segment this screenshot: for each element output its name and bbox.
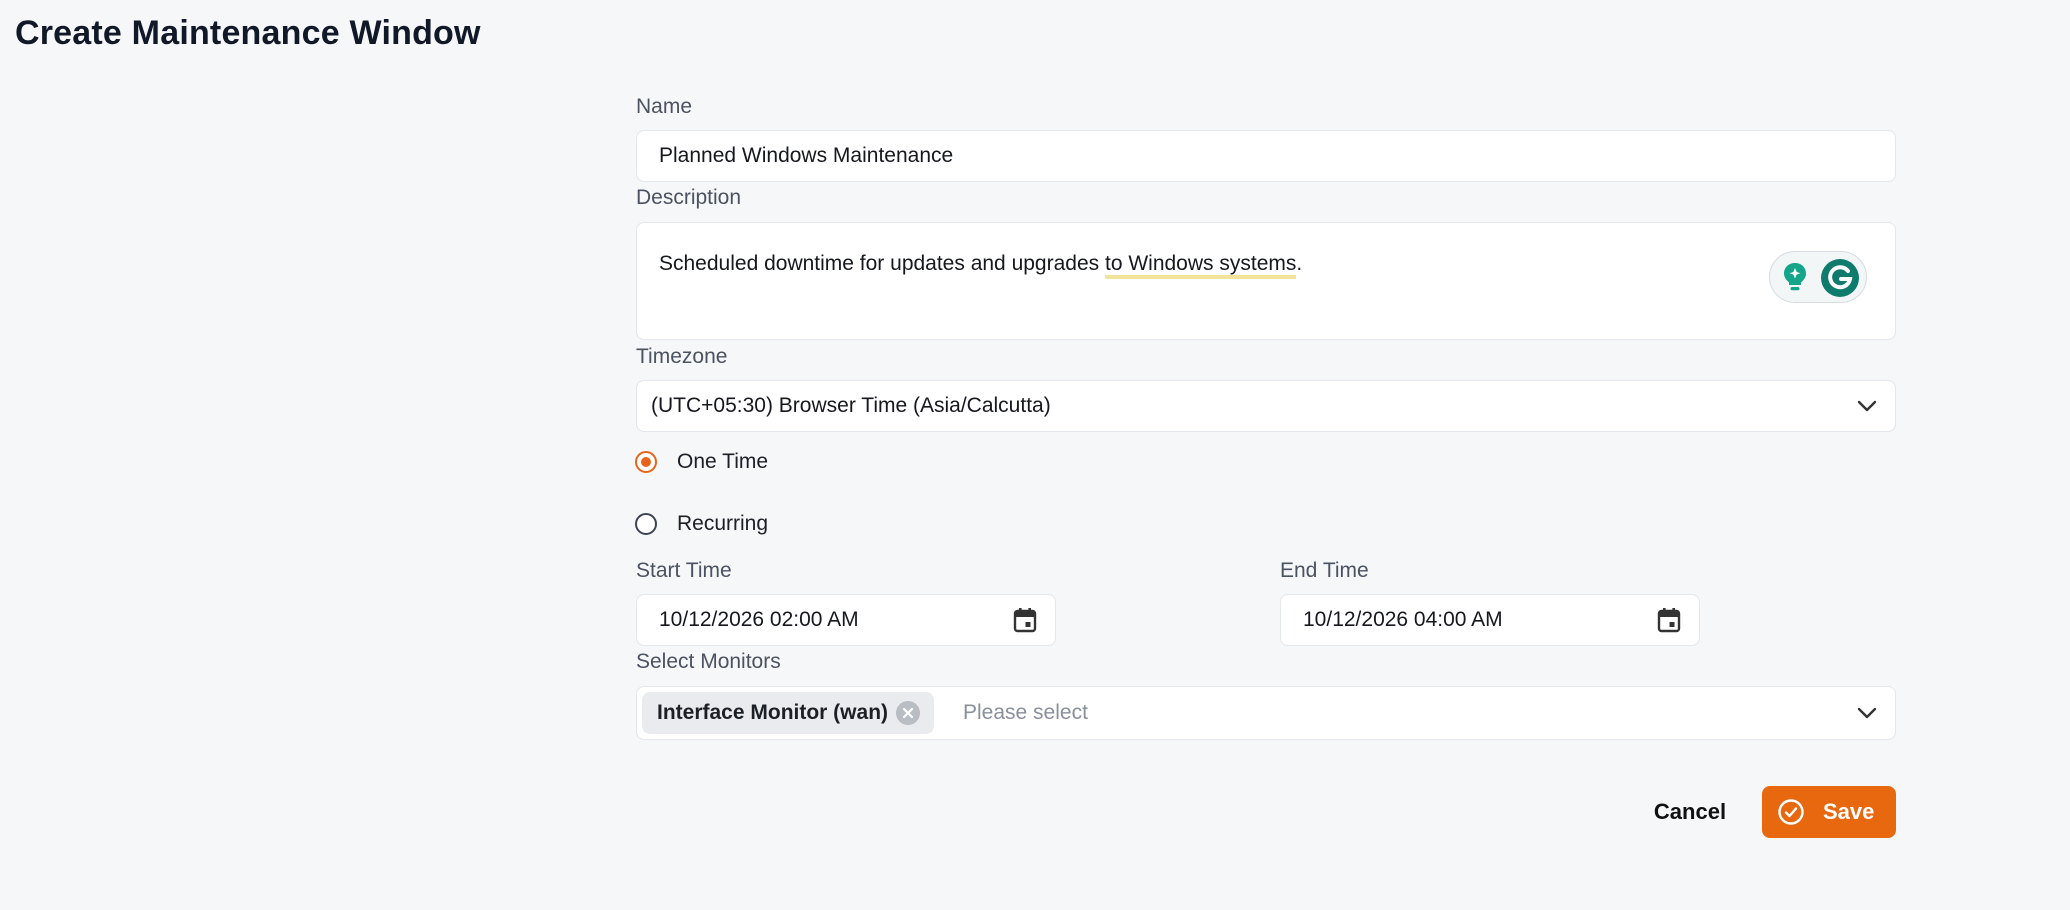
- save-button[interactable]: Save: [1762, 786, 1896, 838]
- monitor-chip-label: Interface Monitor (wan): [657, 701, 889, 724]
- cancel-button[interactable]: Cancel: [1640, 786, 1740, 838]
- monitor-chip: Interface Monitor (wan): [642, 692, 935, 734]
- lightbulb-icon[interactable]: [1778, 260, 1812, 294]
- recurring-radio[interactable]: [635, 513, 657, 535]
- name-label: Name: [636, 95, 693, 118]
- timezone-value: (UTC+05:30) Browser Time (Asia/Calcutta): [651, 394, 1051, 417]
- monitors-placeholder[interactable]: Please select: [963, 701, 1088, 725]
- name-value: Planned Windows Maintenance: [659, 144, 954, 167]
- end-time-input[interactable]: 10/12/2026 04:00 AM: [1280, 594, 1700, 646]
- chevron-down-icon[interactable]: [1857, 400, 1877, 412]
- grammarly-widget[interactable]: [1769, 251, 1867, 303]
- one-time-radio[interactable]: [635, 451, 657, 473]
- description-value: Scheduled downtime for updates and upgra…: [659, 252, 1302, 279]
- check-circle-icon: [1778, 799, 1804, 825]
- page-title: Create Maintenance Window: [15, 14, 481, 52]
- calendar-icon[interactable]: [1657, 607, 1681, 633]
- close-icon[interactable]: [896, 701, 921, 725]
- start-time-input[interactable]: 10/12/2026 02:00 AM: [636, 594, 1056, 646]
- end-time-value: 10/12/2026 04:00 AM: [1303, 608, 1503, 631]
- grammar-suggestion-highlight[interactable]: to Windows systems: [1104, 252, 1297, 279]
- one-time-label[interactable]: One Time: [677, 450, 768, 474]
- calendar-icon[interactable]: [1013, 607, 1037, 633]
- monitors-multiselect[interactable]: Interface Monitor (wan) Please select: [636, 686, 1896, 740]
- grammarly-icon[interactable]: [1820, 258, 1860, 298]
- end-time-label: End Time: [1280, 559, 1369, 582]
- timezone-label: Timezone: [636, 345, 728, 368]
- start-time-value: 10/12/2026 02:00 AM: [659, 608, 859, 631]
- select-monitors-label: Select Monitors: [636, 650, 781, 673]
- recurring-label[interactable]: Recurring: [677, 512, 768, 536]
- description-field[interactable]: Scheduled downtime for updates and upgra…: [636, 222, 1896, 340]
- description-label: Description: [636, 186, 742, 209]
- timezone-select[interactable]: (UTC+05:30) Browser Time (Asia/Calcutta): [636, 380, 1896, 432]
- name-field[interactable]: Planned Windows Maintenance: [636, 130, 1896, 182]
- start-time-label: Start Time: [636, 559, 732, 582]
- save-button-label: Save: [1823, 799, 1875, 824]
- chevron-down-icon[interactable]: [1857, 707, 1877, 719]
